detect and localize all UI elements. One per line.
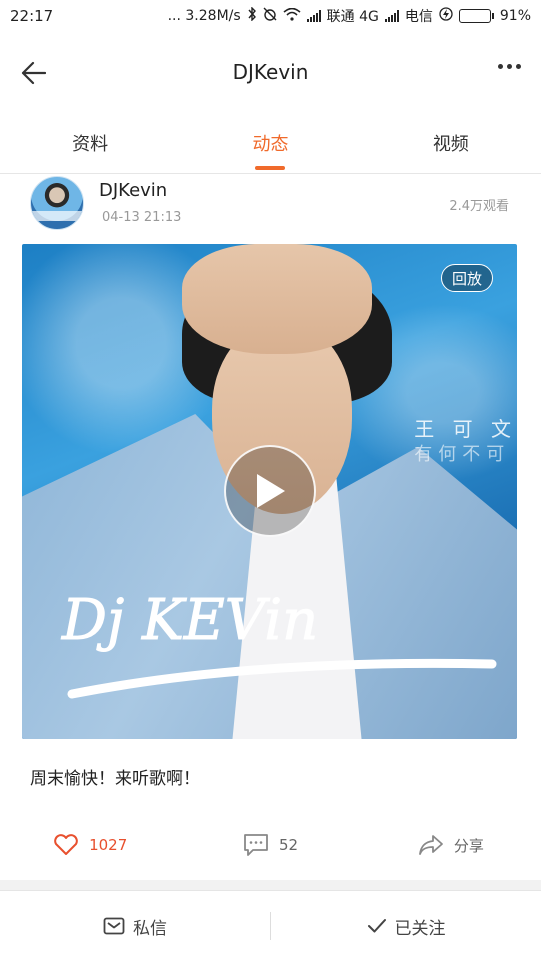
bluetooth-icon xyxy=(247,6,257,25)
charging-icon xyxy=(439,7,453,25)
status-time: 22:17 xyxy=(10,7,54,25)
bottom-bar: 私信 已关注 xyxy=(0,890,541,961)
like-count: 1027 xyxy=(89,836,128,854)
share-label: 分享 xyxy=(453,836,484,855)
heart-icon xyxy=(54,834,78,855)
network-speed: ... 3.28M/s xyxy=(167,8,241,24)
share-icon xyxy=(418,835,443,855)
replay-badge: 回放 xyxy=(440,264,493,292)
follow-label: 已关注 xyxy=(394,918,446,939)
video-thumbnail[interactable]: 王 可 文 有何不可 Dj KEVin 回放 xyxy=(22,244,517,739)
share-button[interactable]: 分享 xyxy=(361,822,541,868)
back-button[interactable] xyxy=(16,56,50,90)
video-overlay-text: 王 可 文 有何不可 xyxy=(414,417,517,465)
follow-button[interactable]: 已关注 xyxy=(271,891,541,961)
profile-tabs: 资料 动态 视频 xyxy=(0,112,541,174)
carrier-2: 电信 xyxy=(404,9,433,25)
svg-text:Dj KEVin: Dj KEVin xyxy=(61,588,318,653)
like-button[interactable]: 1027 xyxy=(0,822,180,868)
tab-videos[interactable]: 视频 xyxy=(361,112,541,173)
status-bar: 22:17 ... 3.28M/s 联通 4G 电信 91% xyxy=(0,0,541,32)
page-title: DJKevin xyxy=(232,60,309,84)
post-caption: 周末愉快！来听歌啊！ xyxy=(30,769,200,789)
message-icon xyxy=(103,917,125,935)
app-header: DJKevin xyxy=(0,32,541,112)
post-header: DJKevin 04-13 21:13 2.4万观看 xyxy=(0,174,541,234)
battery-icon xyxy=(458,9,494,23)
more-dots-icon xyxy=(498,64,503,69)
tab-profile[interactable]: 资料 xyxy=(0,112,180,173)
tab-feed[interactable]: 动态 xyxy=(180,112,360,173)
section-divider xyxy=(0,880,541,890)
wifi-icon xyxy=(283,7,301,25)
mute-alarm-icon xyxy=(263,7,277,25)
arrow-left-icon xyxy=(21,61,46,85)
battery-percent: 91% xyxy=(499,8,531,24)
signal-icon-2 xyxy=(384,10,399,22)
signal-icon xyxy=(306,10,321,22)
message-label: 私信 xyxy=(133,918,167,939)
post-actions: 1027 52 分享 xyxy=(0,822,541,868)
play-button[interactable] xyxy=(224,445,316,537)
comment-count: 52 xyxy=(278,836,299,854)
check-icon xyxy=(367,919,386,933)
post-username[interactable]: DJKevin xyxy=(99,180,167,201)
message-button[interactable]: 私信 xyxy=(0,891,270,961)
carrier-1: 联通 4G xyxy=(326,9,379,25)
more-button[interactable] xyxy=(498,64,521,69)
view-count: 2.4万观看 xyxy=(449,199,509,214)
comment-button[interactable]: 52 xyxy=(180,822,360,868)
play-icon xyxy=(257,474,285,508)
post-time: 04-13 21:13 xyxy=(102,210,182,225)
djkevin-logo: Dj KEVin xyxy=(61,588,497,699)
comment-icon xyxy=(244,834,268,856)
avatar[interactable] xyxy=(30,176,84,230)
